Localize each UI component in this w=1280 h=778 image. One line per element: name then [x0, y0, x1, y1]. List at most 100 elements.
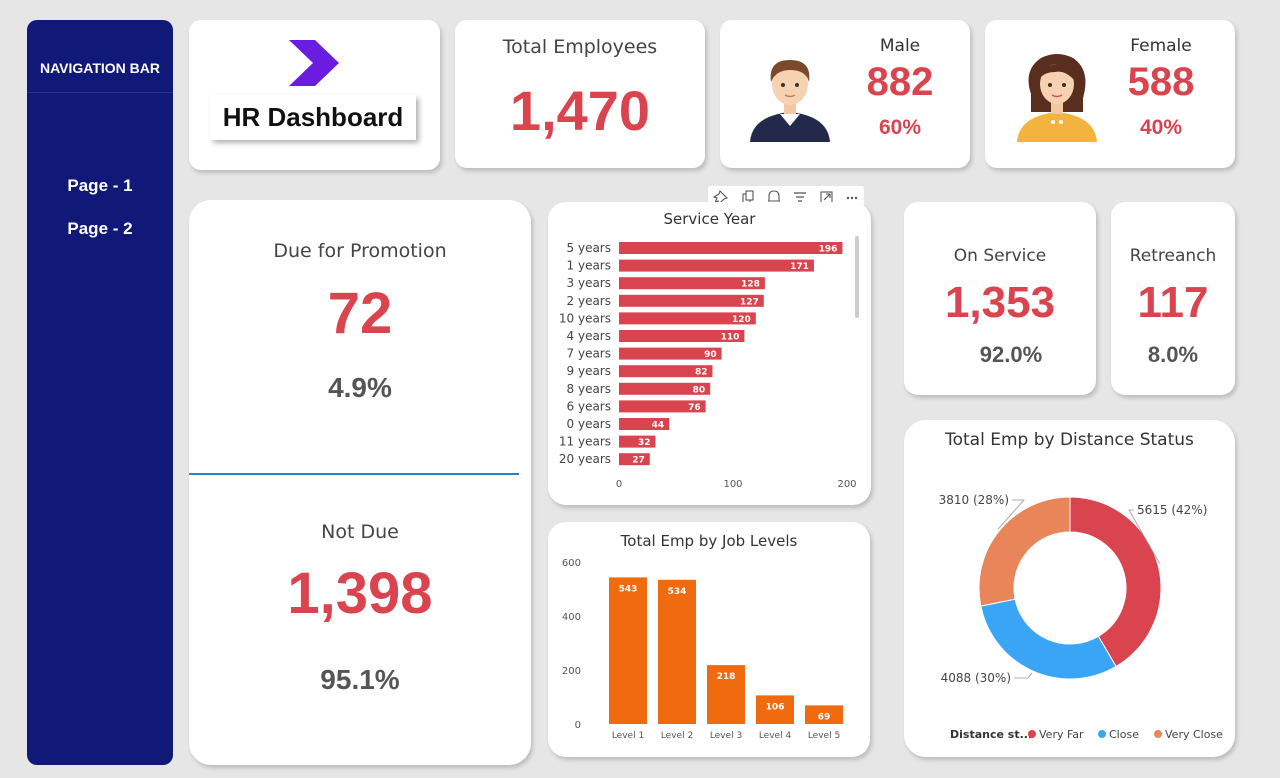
- promotion-divider: [189, 473, 519, 475]
- chart-scrollbar[interactable]: [855, 236, 859, 318]
- bar-data-label: 76: [688, 403, 701, 413]
- bar-category-label: 1 years: [567, 259, 611, 273]
- service-year-chart: 5 years 196 1 years 171 3 years 128 2 years 127…: [559, 241, 857, 490]
- due-for-promotion-value: 72: [327, 281, 393, 346]
- donut-data-label: 5615 (42%): [1137, 503, 1207, 517]
- navigation-bar: NAVIGATION BAR Page - 1 Page - 2: [27, 20, 173, 765]
- nav-link-page-1[interactable]: Page - 1: [27, 176, 173, 196]
- not-due-label: Not Due: [321, 521, 399, 543]
- bar-data-label: 32: [638, 438, 651, 448]
- due-for-promotion-percent: 4.9%: [328, 372, 392, 403]
- female-percent: 40%: [1139, 116, 1183, 139]
- bar-data-label: 82: [695, 368, 708, 378]
- donut-data-label: 3810 (28%): [939, 493, 1009, 507]
- female-avatar-icon: [1017, 54, 1097, 142]
- legend-item: Very Close: [1165, 728, 1223, 741]
- retrench-label: Retreanch: [1129, 246, 1217, 266]
- on-service-value: 1,353: [944, 278, 1056, 327]
- bar-data-label: 127: [740, 297, 759, 307]
- bar-category-label: 4 years: [567, 329, 611, 343]
- bar-category-label: 10 years: [559, 311, 611, 325]
- legend-marker: [1028, 730, 1036, 738]
- female-label: Female: [1130, 36, 1192, 56]
- retrench-card: Retreanch 117 8.0%: [1111, 202, 1235, 395]
- logo-card: HR Dashboard: [189, 20, 440, 170]
- bar-category-label: 9 years: [567, 364, 611, 378]
- bar-category-label: 7 years: [567, 347, 611, 361]
- bar-category-label: 0 years: [567, 417, 611, 431]
- male-count: 882: [866, 60, 934, 104]
- x-tick-label: Level 3: [710, 731, 742, 741]
- nav-title: NAVIGATION BAR: [39, 60, 161, 76]
- total-employees-label: Total Employees: [502, 36, 658, 58]
- bar: [658, 579, 696, 724]
- legend-marker: [1098, 730, 1106, 738]
- bar-category-label: 2 years: [567, 294, 611, 308]
- nav-link-page-2[interactable]: Page - 2: [27, 219, 173, 239]
- bar-category-label: 20 years: [559, 452, 611, 466]
- on-service-card: On Service 1,353 92.0%: [904, 202, 1096, 395]
- retrench-value: 117: [1137, 278, 1209, 327]
- y-tick-label: 0: [575, 720, 581, 731]
- x-tick-label: Level 1: [612, 731, 644, 741]
- bar-data-label: 171: [790, 262, 809, 272]
- job-levels-card: Total Emp by Job Levels 0 200 400 600 543 Lev…: [548, 522, 870, 757]
- female-card: Female 588 40%: [985, 20, 1235, 168]
- y-tick-label: 600: [562, 558, 581, 569]
- distance-status-card: Total Emp by Distance Status 5615 (42%) 4…: [904, 420, 1235, 757]
- retrench-percent: 8.0%: [1147, 342, 1199, 367]
- bar-data-label: 543: [619, 584, 638, 594]
- donut-slice: [1069, 496, 1162, 668]
- total-employees-card: Total Employees 1,470: [455, 20, 705, 168]
- bar-data-label: 90: [704, 350, 717, 360]
- legend-marker: [1154, 730, 1162, 738]
- donut-leader-line: [1014, 672, 1033, 679]
- x-tick-label: Level 4: [759, 731, 792, 741]
- male-card: Male 882 60%: [720, 20, 970, 168]
- bar-data-label: 44: [652, 421, 665, 431]
- filter-icon[interactable]: [794, 192, 806, 202]
- bar-data-label: 27: [632, 456, 645, 466]
- due-for-promotion-label: Due for Promotion: [273, 240, 447, 262]
- legend-item: Close: [1109, 728, 1139, 741]
- bar-data-label: 106: [766, 702, 785, 712]
- x-tick-label: 100: [723, 479, 742, 490]
- bar-category-label: 3 years: [567, 276, 611, 290]
- bar-data-label: 69: [818, 712, 831, 722]
- chevron-logo-icon: [289, 40, 339, 86]
- female-count: 588: [1127, 60, 1195, 104]
- donut-slice: [978, 496, 1071, 607]
- not-due-value: 1,398: [287, 561, 433, 626]
- dashboard-title: HR Dashboard: [210, 95, 416, 140]
- total-employees-value: 1,470: [509, 79, 651, 142]
- distance-status-chart: 5615 (42%) 4088 (30%) 3810 (28%) Distance s…: [939, 493, 1224, 741]
- on-service-percent: 92.0%: [979, 342, 1043, 367]
- nav-divider: [27, 92, 173, 93]
- male-avatar-icon: [750, 60, 830, 142]
- bar-data-label: 196: [819, 245, 838, 255]
- job-levels-chart: 0 200 400 600 543 Level 1 534 Level 2 218 Level 3…: [562, 558, 843, 741]
- x-tick-label: 0: [616, 479, 622, 490]
- male-percent: 60%: [878, 116, 922, 139]
- bar-data-label: 80: [693, 385, 706, 395]
- y-tick-label: 200: [562, 666, 581, 677]
- x-tick-label: Level 2: [661, 731, 693, 741]
- bar-data-label: 534: [668, 587, 687, 597]
- not-due-percent: 95.1%: [320, 664, 400, 695]
- bar-category-label: 6 years: [567, 399, 611, 413]
- bar-data-label: 120: [732, 315, 751, 325]
- x-tick-label: 200: [837, 479, 856, 490]
- promotion-card: Due for Promotion 72 4.9% Not Due 1,398 …: [189, 200, 531, 765]
- service-year-card: Service Year 5 years 196 1 years 171 3 years…: [548, 202, 871, 505]
- on-service-label: On Service: [953, 246, 1047, 266]
- y-tick-label: 400: [562, 612, 581, 623]
- bar-data-label: 110: [721, 333, 740, 343]
- bar-category-label: 8 years: [567, 382, 611, 396]
- bar: [619, 259, 814, 272]
- bar-category-label: 11 years: [559, 435, 611, 449]
- bar-category-label: 5 years: [567, 241, 611, 255]
- bar: [619, 242, 843, 254]
- more-options-icon[interactable]: [846, 196, 858, 200]
- bar: [609, 577, 647, 724]
- legend-title: Distance st...: [950, 728, 1032, 741]
